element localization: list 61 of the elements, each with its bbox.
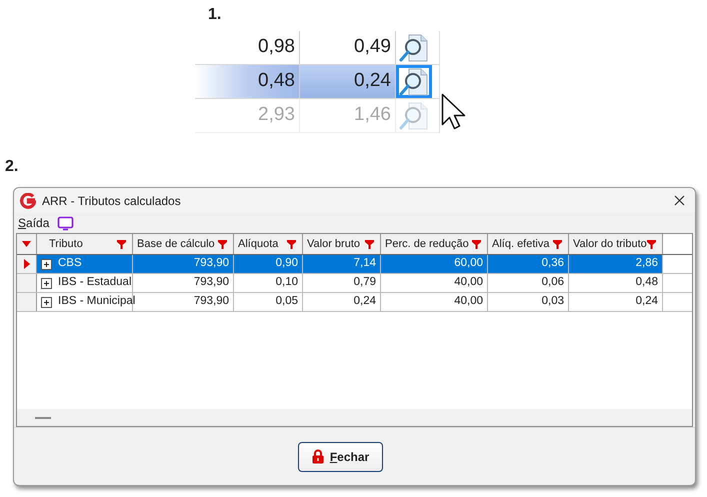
filter-icon[interactable] [117, 240, 126, 248]
table-cell-text: 60,00 [454, 256, 483, 272]
monitor-icon[interactable] [57, 216, 74, 230]
column-header[interactable]: Valor do tributo [569, 234, 663, 254]
table-cell-text: IBS - Estadual [58, 275, 132, 290]
filter-icon[interactable] [218, 240, 227, 248]
grid-corner[interactable] [17, 234, 37, 254]
filter-icon[interactable] [553, 240, 562, 248]
footer-dash [35, 416, 51, 418]
table-cell-text: 793,90 [194, 275, 229, 290]
snippet-cell: 0,48 [195, 65, 300, 98]
dropdown-icon[interactable] [22, 241, 31, 247]
column-header[interactable]: Alíquota [234, 234, 303, 254]
table-cell-text: IBS - Municipal [58, 294, 136, 310]
expand-icon[interactable] [41, 296, 52, 308]
snippet-cell: 2,93 [195, 99, 300, 132]
app-logo-icon [20, 192, 36, 208]
menu-item[interactable]: Saída [18, 214, 50, 232]
padlock-icon [312, 449, 324, 464]
column-header[interactable]: Valor bruto [303, 234, 381, 254]
table-cell-text: 40,00 [454, 294, 483, 310]
column-header[interactable]: Base de cálculo [133, 234, 234, 254]
close-icon[interactable] [674, 195, 685, 206]
expand-icon[interactable] [41, 258, 52, 270]
table-cell-text: 0,10 [276, 275, 298, 290]
filter-icon[interactable] [365, 240, 374, 248]
table-cell-text: 0,90 [276, 256, 298, 272]
column-header[interactable]: Alíq. efetiva [488, 234, 569, 254]
table-cell-text: 793,90 [194, 256, 229, 272]
table-cell-text: 793,90 [194, 294, 229, 310]
table-cell-text: 2,86 [636, 256, 658, 272]
table-cell-text: 0,36 [542, 256, 564, 272]
table-cell-text: 0,79 [354, 275, 376, 290]
close-button[interactable]: Fechar [298, 442, 383, 472]
step-number: 1. [208, 5, 222, 25]
table-cell-text: CBS [58, 256, 82, 272]
table-cell-text: 0,05 [276, 294, 298, 310]
expand-icon[interactable] [41, 278, 52, 288]
column-header[interactable]: Tributo [37, 234, 133, 254]
snippet-cell: 0,98 [195, 31, 300, 64]
table-cell-text: 0,24 [354, 294, 376, 310]
document-magnifier-icon [399, 32, 429, 62]
table-cell-text: 40,00 [454, 275, 483, 290]
snippet-cell: 0,24 [300, 65, 396, 98]
document-magnifier-icon [399, 66, 429, 96]
snippet-cell: 0,49 [300, 31, 396, 64]
window-title: ARR - Tributos calculados [42, 192, 181, 210]
table-cell-text: 0,24 [636, 294, 658, 310]
table-cell-text: 0,48 [636, 275, 658, 290]
row-indicator[interactable] [17, 255, 37, 273]
filter-icon[interactable] [287, 240, 296, 248]
filter-icon[interactable] [472, 240, 481, 248]
column-header[interactable]: Perc. de redução [381, 234, 488, 254]
filter-icon[interactable] [647, 240, 656, 248]
snippet-cell: 1,46 [300, 99, 396, 132]
table-cell-text: 0,03 [542, 294, 564, 310]
table-cell-text: 0,06 [542, 275, 564, 290]
current-row-icon [24, 259, 30, 269]
step-number: 2. [5, 157, 20, 177]
document-magnifier-icon [399, 100, 429, 130]
table-cell-text: 7,14 [354, 256, 376, 272]
